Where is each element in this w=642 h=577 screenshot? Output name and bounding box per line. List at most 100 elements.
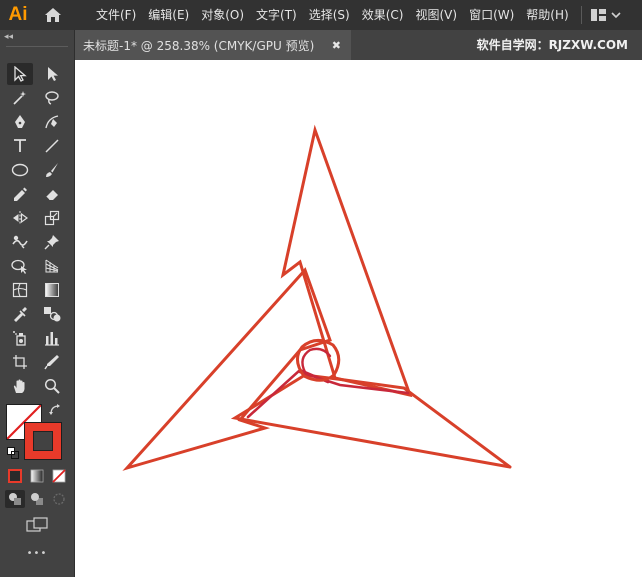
app-logo: Ai — [8, 4, 28, 25]
collapse-panel-button[interactable]: ◂◂ — [4, 32, 13, 42]
curvature-pen-icon — [45, 115, 59, 129]
gradient-icon — [45, 283, 59, 297]
artboard-canvas[interactable] — [75, 60, 642, 577]
artwork[interactable] — [75, 60, 642, 577]
eyedropper-tool[interactable] — [7, 303, 33, 325]
ellipse-icon — [11, 163, 29, 177]
draw-normal-button[interactable] — [5, 490, 25, 508]
menu-divider — [580, 6, 582, 24]
perspective-grid-tool[interactable] — [39, 255, 65, 277]
width-tool-icon — [12, 235, 28, 249]
workspace-switcher[interactable] — [590, 7, 622, 23]
zoom-tool[interactable] — [39, 375, 65, 397]
pin-tool[interactable] — [39, 231, 65, 253]
pen-tool[interactable] — [7, 111, 33, 133]
type-tool[interactable] — [7, 135, 33, 157]
pin-icon — [44, 235, 59, 250]
spray-can-icon — [13, 331, 26, 346]
workspace-grid-icon — [590, 9, 621, 21]
bar-chart-icon — [45, 332, 59, 346]
screen-mode-icon — [26, 517, 48, 532]
menu-type[interactable]: 文字(T) — [250, 0, 303, 30]
direct-selection-tool[interactable] — [39, 63, 65, 85]
document-tab-title: 未标题-1* @ 258.38% (CMYK/GPU 预览) — [83, 38, 315, 53]
stroke-swatch-inner — [33, 431, 53, 451]
magic-wand-icon — [13, 91, 26, 105]
color-mode-button[interactable] — [5, 467, 25, 485]
artwork-center-curl-inner[interactable] — [301, 347, 332, 374]
brush-icon — [46, 163, 58, 177]
reflect-icon — [13, 211, 28, 225]
lasso-icon — [45, 91, 59, 105]
screen-mode-button[interactable] — [24, 515, 50, 535]
stroke-swatch[interactable] — [24, 422, 62, 460]
blend-icon — [44, 307, 61, 322]
hand-icon — [13, 379, 25, 393]
home-icon[interactable] — [40, 0, 66, 30]
blend-tool[interactable] — [39, 303, 65, 325]
artboard-icon — [13, 355, 27, 369]
pen-icon — [15, 115, 25, 128]
hand-tool[interactable] — [7, 375, 33, 397]
menu-help[interactable]: 帮助(H) — [520, 0, 574, 30]
gradient-tool[interactable] — [39, 279, 65, 301]
menu-bar: Ai 文件(F) 编辑(E) 对象(O) 文字(T) 选择(S) 效果(C) 视… — [0, 0, 642, 30]
curvature-tool[interactable] — [39, 111, 65, 133]
color-icon — [8, 469, 22, 483]
menu-object[interactable]: 对象(O) — [195, 0, 250, 30]
ellipse-tool[interactable] — [7, 159, 33, 181]
panel-grip[interactable] — [6, 46, 68, 51]
swap-fill-stroke-icon[interactable] — [48, 403, 62, 417]
selection-tool[interactable] — [7, 63, 33, 85]
shape-builder-icon — [11, 259, 27, 274]
document-tab-bar: 未标题-1* @ 258.38% (CMYK/GPU 预览) ✖ 软件自学网：R… — [75, 30, 642, 60]
menu-effect[interactable]: 效果(C) — [356, 0, 410, 30]
magic-wand-tool[interactable] — [7, 87, 33, 109]
shape-builder-tool[interactable] — [7, 255, 33, 277]
artwork-blade-top[interactable] — [280, 124, 413, 398]
menu-edit[interactable]: 编辑(E) — [142, 0, 195, 30]
tools-panel: ◂◂ ••• — [0, 30, 75, 577]
menu-select[interactable]: 选择(S) — [303, 0, 356, 30]
arrow-icon — [14, 66, 27, 82]
eyedropper-icon — [14, 307, 27, 322]
paintbrush-tool[interactable] — [39, 159, 65, 181]
column-graph-tool[interactable] — [39, 327, 65, 349]
eraser-tool[interactable] — [39, 183, 65, 205]
puppet-warp-tool[interactable] — [7, 231, 33, 253]
draw-behind-button[interactable] — [27, 490, 47, 508]
slice-tool[interactable] — [39, 351, 65, 373]
draw-inside-icon — [53, 493, 65, 505]
pencil-icon — [14, 187, 27, 201]
default-fill-stroke-icon[interactable] — [7, 447, 19, 459]
knife-icon — [44, 355, 59, 370]
draw-inside-button[interactable] — [49, 490, 69, 508]
magnifier-icon — [44, 378, 60, 394]
watermark-text: 软件自学网：RJZXW.COM — [476, 38, 628, 52]
draw-normal-icon — [9, 493, 21, 505]
none-mode-button[interactable] — [49, 467, 69, 485]
menu-view[interactable]: 视图(V) — [409, 0, 463, 30]
type-icon — [14, 139, 26, 152]
edit-toolbar-button[interactable]: ••• — [26, 548, 48, 559]
menu-list: 文件(F) 编辑(E) 对象(O) 文字(T) 选择(S) 效果(C) 视图(V… — [90, 0, 575, 30]
reflect-tool[interactable] — [7, 207, 33, 229]
lasso-tool[interactable] — [39, 87, 65, 109]
menu-file[interactable]: 文件(F) — [90, 0, 142, 30]
perspective-grid-icon — [45, 259, 59, 273]
scale-icon — [44, 210, 60, 226]
shaper-tool[interactable] — [7, 183, 33, 205]
line-icon — [45, 139, 59, 153]
mesh-icon — [12, 282, 28, 298]
mesh-tool[interactable] — [7, 279, 33, 301]
scale-tool[interactable] — [39, 207, 65, 229]
close-tab-icon[interactable]: ✖ — [332, 39, 341, 52]
gradient-mode-button[interactable] — [27, 467, 47, 485]
menu-window[interactable]: 窗口(W) — [463, 0, 520, 30]
artboard-tool[interactable] — [7, 351, 33, 373]
line-segment-tool[interactable] — [39, 135, 65, 157]
symbol-sprayer-tool[interactable] — [7, 327, 33, 349]
eraser-icon — [45, 190, 58, 201]
white-arrow-icon — [48, 67, 58, 81]
document-tab[interactable]: 未标题-1* @ 258.38% (CMYK/GPU 预览) ✖ — [75, 30, 351, 60]
